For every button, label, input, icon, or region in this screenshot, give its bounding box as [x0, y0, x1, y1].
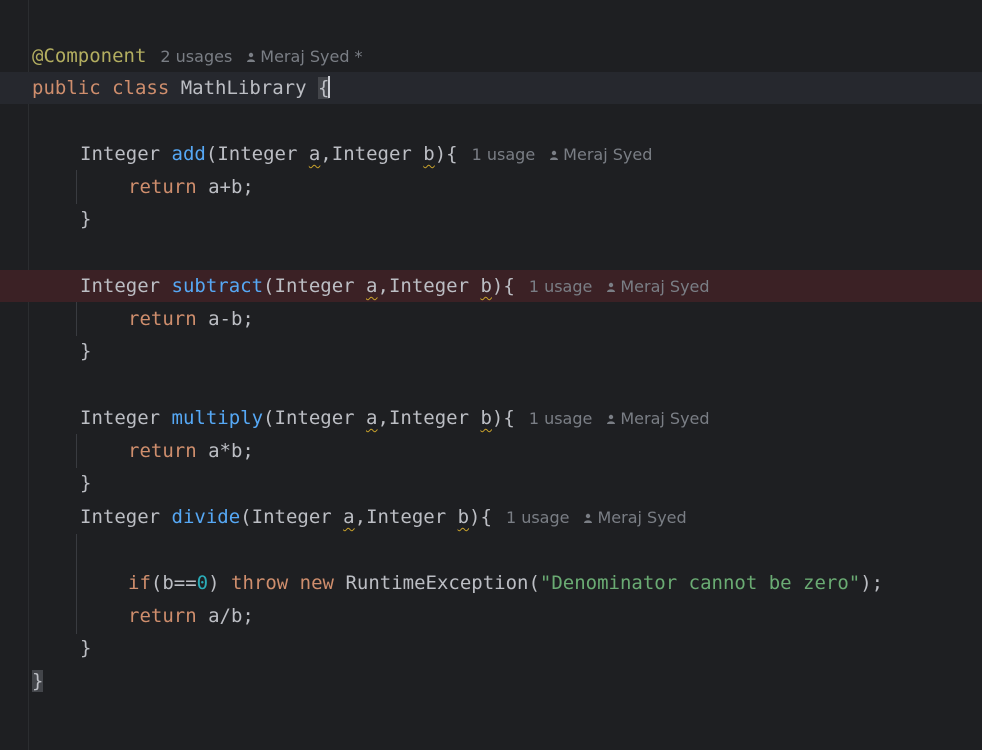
usages-link[interactable]: 1 usage — [529, 277, 593, 296]
param-a[interactable]: a — [366, 407, 377, 429]
return-expression[interactable]: a/b; — [208, 605, 254, 627]
param-b[interactable]: b — [480, 407, 491, 429]
keyword-return: return — [128, 308, 197, 330]
usages-link[interactable]: 1 usage — [529, 409, 593, 428]
method-usages-hint[interactable]: 1 usage — [529, 277, 593, 296]
number-literal[interactable]: 0 — [197, 572, 208, 594]
method-author-hint[interactable]: Meraj Syed — [606, 277, 710, 296]
param-a[interactable]: a — [343, 506, 354, 528]
statement-end: ); — [860, 572, 884, 594]
method-name-divide[interactable]: divide — [172, 506, 241, 528]
text-caret — [328, 75, 331, 98]
param-type[interactable]: Integer — [252, 506, 332, 528]
close-brace: } — [80, 208, 92, 230]
class-author-hint[interactable]: Meraj Syed * — [246, 47, 363, 66]
person-icon — [607, 414, 616, 424]
method-usages-hint[interactable]: 1 usage — [506, 508, 570, 527]
author-name: Meraj Syed — [563, 145, 653, 164]
method-usages-hint[interactable]: 1 usage — [472, 145, 536, 164]
author-name: Meraj Syed — [597, 508, 687, 527]
person-icon — [584, 513, 593, 523]
param-type[interactable]: Integer — [275, 275, 355, 297]
exception-class[interactable]: RuntimeException( — [345, 572, 539, 594]
param-b[interactable]: b — [423, 143, 434, 165]
method-name-subtract[interactable]: subtract — [172, 275, 264, 297]
keyword-return: return — [128, 440, 197, 462]
usages-link[interactable]: 2 usages — [160, 47, 232, 66]
code-line-close-brace[interactable]: } — [0, 467, 982, 499]
param-type[interactable]: Integer — [389, 407, 469, 429]
keyword-return: return — [128, 176, 197, 198]
return-type[interactable]: Integer — [80, 143, 160, 165]
return-type[interactable]: Integer — [80, 407, 160, 429]
class-close-brace: } — [32, 670, 44, 692]
param-b[interactable]: b — [458, 506, 469, 528]
code-line-return-divide[interactable]: return a/b; — [0, 600, 982, 632]
param-type[interactable]: Integer — [332, 143, 412, 165]
person-icon — [247, 52, 256, 62]
code-line-if-throw[interactable]: if(b==0) throw new RuntimeException("Den… — [0, 567, 982, 599]
annotation-component[interactable]: @Component — [32, 45, 146, 67]
param-type[interactable]: Integer — [275, 407, 355, 429]
method-usages-hint[interactable]: 1 usage — [529, 409, 593, 428]
code-line-method-add[interactable]: Integer add(Integer a,Integer b){1 usage… — [0, 138, 982, 170]
keyword-return: return — [128, 605, 197, 627]
code-line-return-add[interactable]: return a+b; — [0, 171, 982, 203]
author-name: Meraj Syed — [620, 409, 710, 428]
code-line-close-brace[interactable]: } — [0, 335, 982, 367]
class-name[interactable]: MathLibrary — [181, 77, 307, 99]
param-a[interactable]: a — [309, 143, 320, 165]
code-line-annotation[interactable]: @Component 2 usages Meraj Syed * — [0, 40, 982, 72]
keyword-public-class: public class — [32, 77, 170, 99]
condition-left[interactable]: (b== — [151, 572, 197, 594]
param-type[interactable]: Integer — [389, 275, 469, 297]
code-line-class-declaration[interactable]: public class MathLibrary { — [0, 72, 982, 104]
condition-right: ) — [208, 572, 220, 594]
close-brace: } — [80, 340, 92, 362]
code-line-class-close[interactable]: } — [0, 665, 982, 697]
return-expression[interactable]: a+b; — [208, 176, 254, 198]
usages-link[interactable]: 1 usage — [472, 145, 536, 164]
method-author-hint[interactable]: Meraj Syed — [606, 409, 710, 428]
param-type[interactable]: Integer — [366, 506, 446, 528]
method-name-multiply[interactable]: multiply — [172, 407, 264, 429]
person-icon — [550, 150, 559, 160]
code-line-return-subtract[interactable]: return a-b; — [0, 303, 982, 335]
method-name-add[interactable]: add — [172, 143, 206, 165]
close-brace: } — [80, 637, 92, 659]
return-expression[interactable]: a-b; — [208, 308, 254, 330]
param-type[interactable]: Integer — [217, 143, 297, 165]
param-a[interactable]: a — [366, 275, 377, 297]
author-name: Meraj Syed * — [260, 47, 363, 66]
class-usages-hint[interactable]: 2 usages — [160, 47, 232, 66]
string-literal[interactable]: "Denominator cannot be zero" — [540, 572, 860, 594]
code-line-close-brace[interactable]: } — [0, 203, 982, 235]
return-type[interactable]: Integer — [80, 506, 160, 528]
param-b[interactable]: b — [480, 275, 491, 297]
close-brace: } — [80, 472, 92, 494]
code-line-return-multiply[interactable]: return a*b; — [0, 435, 982, 467]
method-author-hint[interactable]: Meraj Syed — [583, 508, 687, 527]
code-line-close-brace[interactable]: } — [0, 632, 982, 664]
return-type[interactable]: Integer — [80, 275, 160, 297]
keyword-if: if — [128, 572, 151, 594]
code-line-method-subtract[interactable]: Integer subtract(Integer a,Integer b){1 … — [0, 270, 982, 302]
usages-link[interactable]: 1 usage — [506, 508, 570, 527]
person-icon — [607, 282, 616, 292]
return-expression[interactable]: a*b; — [208, 440, 254, 462]
keyword-new: new — [299, 572, 334, 594]
keyword-throw: throw — [231, 572, 289, 594]
author-name: Meraj Syed — [620, 277, 710, 296]
code-line-method-divide[interactable]: Integer divide(Integer a,Integer b){1 us… — [0, 501, 982, 533]
method-author-hint[interactable]: Meraj Syed — [549, 145, 652, 164]
code-line-method-multiply[interactable]: Integer multiply(Integer a,Integer b){1 … — [0, 402, 982, 434]
